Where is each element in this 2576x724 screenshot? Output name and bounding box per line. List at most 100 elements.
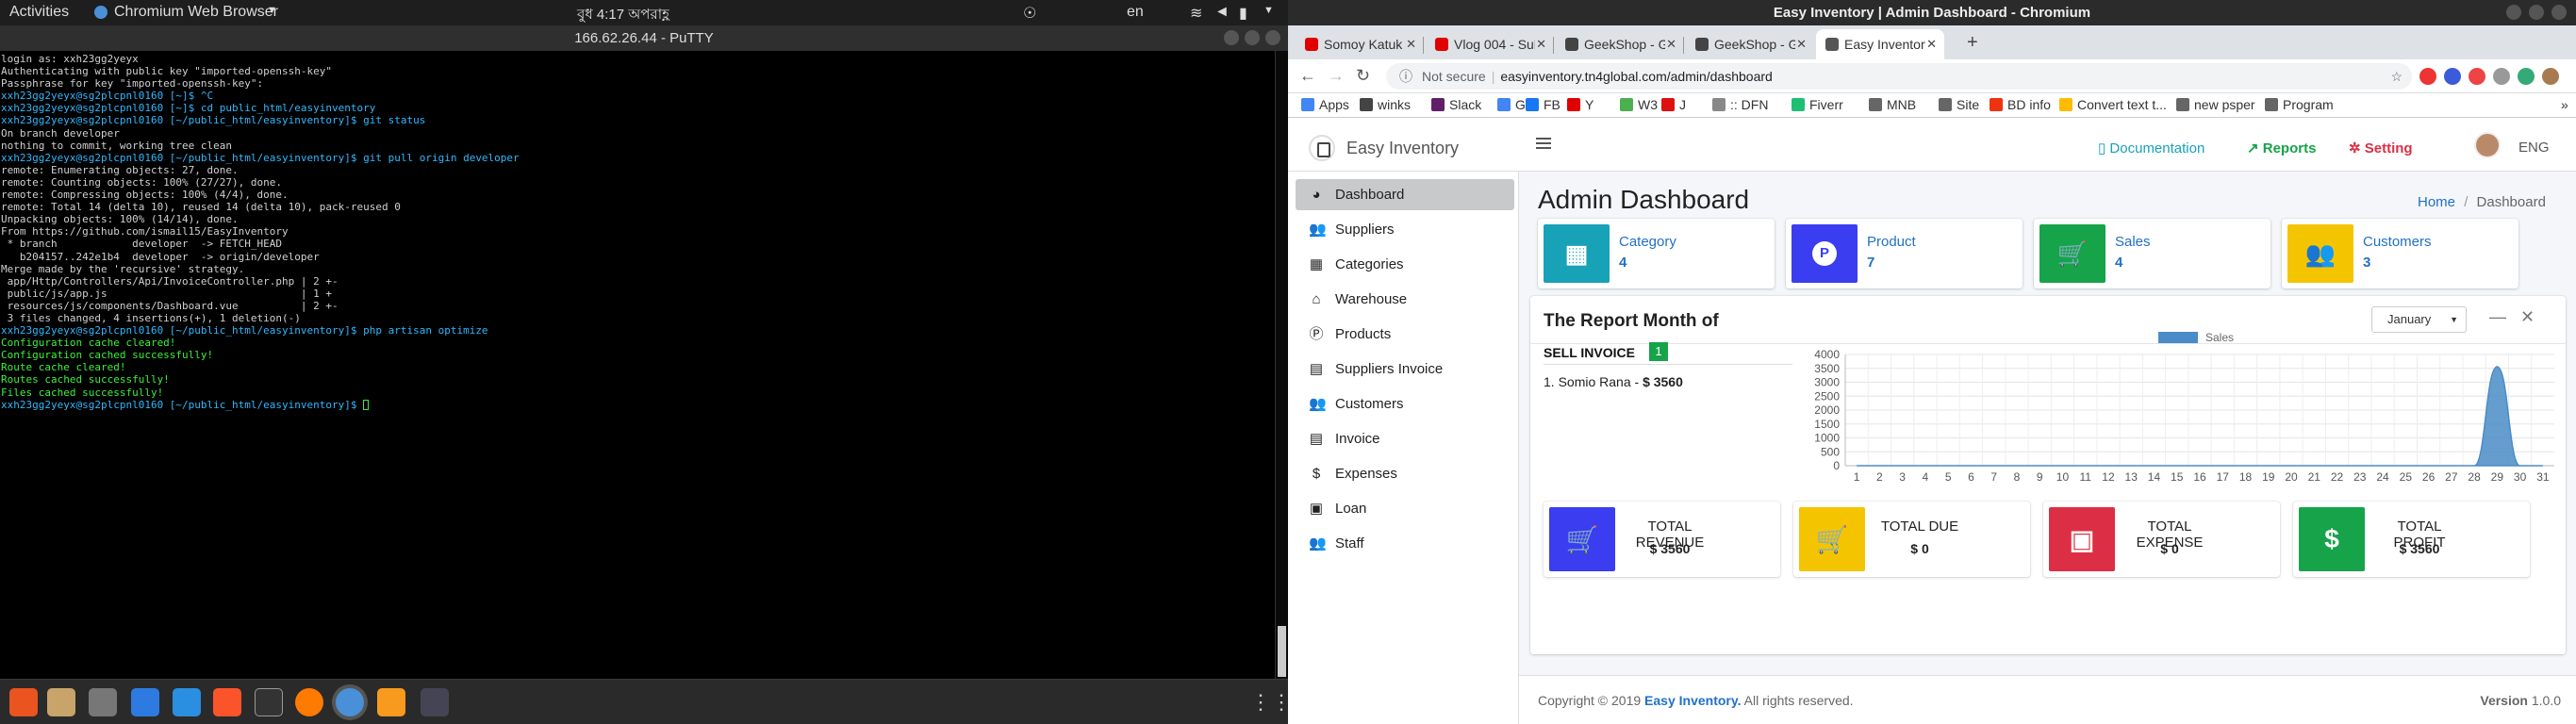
info-box-category[interactable]: ▦ Category 4: [1538, 219, 1775, 288]
bookmark-item[interactable]: J: [1661, 97, 1686, 112]
sidebar-item-loan[interactable]: ▣ Loan: [1296, 493, 1514, 524]
camera-icon[interactable]: [89, 688, 117, 716]
language-indicator[interactable]: en: [1127, 4, 1144, 21]
bookmark-item[interactable]: Slack: [1431, 97, 1481, 112]
breadcrumb-home[interactable]: Home: [2418, 194, 2455, 210]
bookmark-item[interactable]: winks: [1360, 97, 1411, 112]
new-tab-button[interactable]: +: [1967, 32, 1978, 54]
bookmark-item[interactable]: FB: [1526, 97, 1560, 112]
sidebar-item-suppliers[interactable]: 👥 Suppliers: [1296, 214, 1514, 245]
ubuntu-software-icon[interactable]: [9, 688, 38, 716]
minimize-button[interactable]: [2506, 5, 2521, 20]
back-icon[interactable]: ←: [1299, 66, 1316, 86]
user-avatar[interactable]: [2474, 132, 2501, 158]
extension-icon[interactable]: [2444, 68, 2461, 85]
files-icon[interactable]: [47, 688, 75, 716]
extension-icon[interactable]: [2518, 68, 2535, 85]
browser-tab[interactable]: Easy Inventory | Admin D✕: [1816, 29, 1944, 59]
clock[interactable]: বুধ 4:17 অপরাহ্ণ: [577, 4, 669, 27]
maximize-button[interactable]: [2529, 5, 2544, 20]
close-button[interactable]: [1265, 30, 1280, 45]
sidebar-item-customers[interactable]: 👥 Customers: [1296, 388, 1514, 420]
bookmark-item[interactable]: Site: [1939, 97, 1979, 112]
accessibility-icon[interactable]: ☉: [1023, 4, 1036, 23]
minimize-button[interactable]: [1224, 30, 1239, 45]
bookmark-item[interactable]: MNB: [1869, 97, 1916, 112]
bookmark-star-icon[interactable]: ☆: [2390, 63, 2403, 90]
extension-icon[interactable]: [2469, 68, 2485, 85]
setting-link[interactable]: ✲ Setting: [2349, 140, 2413, 156]
documentation-link[interactable]: ▯ Documentation: [2098, 140, 2204, 156]
close-tab-icon[interactable]: ✕: [1406, 37, 1416, 52]
vscode-icon[interactable]: [173, 688, 201, 716]
maximize-button[interactable]: [1245, 30, 1260, 45]
bookmark-item[interactable]: Program: [2265, 97, 2334, 112]
system-menu-icon[interactable]: ▼: [1263, 5, 1274, 16]
more-bookmarks-icon[interactable]: »: [2561, 97, 2568, 112]
bookmark-item[interactable]: Y: [1567, 97, 1593, 112]
footer-brand-link[interactable]: Easy Inventory.: [1644, 693, 1741, 708]
bookmark-item[interactable]: Fiverr: [1792, 97, 1843, 112]
info-box-sales[interactable]: 🛒 Sales 4: [2034, 219, 2271, 288]
reports-link[interactable]: ↗ Reports: [2247, 140, 2316, 156]
bookmark-item[interactable]: BD info: [1990, 97, 2051, 112]
app-grid-icon[interactable]: ⋮⋮: [1250, 688, 1292, 716]
forward-icon[interactable]: →: [1328, 66, 1345, 86]
info-box-customers[interactable]: 👥 Customers 3: [2282, 219, 2518, 288]
extension-icon[interactable]: [2493, 68, 2510, 85]
bookmark-label: MNB: [1887, 97, 1917, 112]
sublime-icon[interactable]: [377, 688, 405, 716]
browser-tab[interactable]: Somoy Katuk Gaane Gaan✕: [1296, 29, 1424, 59]
browser-tab[interactable]: GeekShop - Geeky Cool Pr✕: [1686, 29, 1814, 59]
brave-icon[interactable]: [213, 688, 241, 716]
x-tick-label: 10: [2056, 470, 2070, 481]
activities-button[interactable]: Activities: [9, 4, 69, 21]
close-tab-icon[interactable]: ✕: [1666, 37, 1676, 52]
sidebar-item-warehouse[interactable]: ⌂ Warehouse: [1296, 284, 1514, 315]
browser-tab[interactable]: Vlog 004 - Submitting a P✕: [1426, 29, 1554, 59]
bookmark-item[interactable]: W3: [1620, 97, 1658, 112]
app-menu[interactable]: Chromium Web Browser: [114, 4, 278, 21]
sidebar-item-products[interactable]: Ⓟ Products: [1296, 319, 1514, 350]
sidebar-item-staff[interactable]: 👥 Staff: [1296, 528, 1514, 559]
bookmark-item[interactable]: G: [1497, 97, 1526, 112]
extension-icon[interactable]: [2419, 68, 2436, 85]
wifi-icon[interactable]: ≋: [1190, 4, 1202, 23]
close-tab-icon[interactable]: ✕: [1536, 37, 1546, 52]
document-icon[interactable]: [131, 688, 159, 716]
bookmark-item[interactable]: Convert text t...: [2059, 97, 2167, 112]
bookmark-item[interactable]: new psper: [2176, 97, 2255, 112]
info-box-product[interactable]: P Product 7: [1786, 219, 2023, 288]
sales-chart: Sales050010001500200025003000350040001 2 3…: [1814, 331, 2554, 481]
sidebar-item-suppliers-invoice[interactable]: ▤ Suppliers Invoice: [1296, 354, 1514, 385]
putty-icon[interactable]: [421, 688, 449, 716]
month-select[interactable]: January ▼: [2371, 306, 2467, 333]
close-button[interactable]: [2551, 5, 2567, 20]
firefox-icon[interactable]: [295, 688, 323, 716]
sidebar-item-expenses[interactable]: $ Expenses: [1296, 458, 1514, 489]
bookmark-item[interactable]: :: DFN: [1712, 97, 1768, 112]
close-tab-icon[interactable]: ✕: [1796, 37, 1807, 52]
sidebar-item-categories[interactable]: ▦ Categories: [1296, 249, 1514, 280]
close-icon[interactable]: ✕: [2520, 307, 2535, 327]
terminal-output[interactable]: login as: xxh23gg2yeyx Authenticating wit…: [0, 51, 1275, 679]
address-bar[interactable]: ⓘ Not secure | easyinventory.tn4global.com…: [1386, 63, 2412, 90]
brand[interactable]: Easy Inventory: [1288, 119, 1519, 172]
terminal-scrollbar[interactable]: [1275, 51, 1288, 679]
sidebar-item-invoice[interactable]: ▤ Invoice: [1296, 423, 1514, 454]
reload-icon[interactable]: ↻: [1356, 66, 1370, 86]
profile-avatar[interactable]: [2542, 68, 2559, 85]
volume-icon[interactable]: ◄: [1214, 4, 1230, 21]
collapse-icon[interactable]: —: [2489, 307, 2506, 327]
info-icon[interactable]: ⓘ: [1399, 63, 1412, 90]
terminal-icon[interactable]: [255, 688, 283, 716]
language-switch[interactable]: ENG: [2518, 140, 2550, 156]
close-tab-icon[interactable]: ✕: [1926, 37, 1937, 52]
scrollbar-thumb[interactable]: [1278, 626, 1286, 677]
sidebar-item-dashboard[interactable]: ◕ Dashboard: [1296, 179, 1514, 210]
menu-toggle-icon[interactable]: [1536, 138, 1551, 149]
browser-tab[interactable]: GeekShop - Geeky Cool Pr✕: [1556, 29, 1684, 59]
bookmark-item[interactable]: Apps: [1301, 97, 1349, 112]
chromium-dock-icon[interactable]: [336, 688, 364, 716]
battery-icon[interactable]: ▮: [1239, 4, 1247, 23]
